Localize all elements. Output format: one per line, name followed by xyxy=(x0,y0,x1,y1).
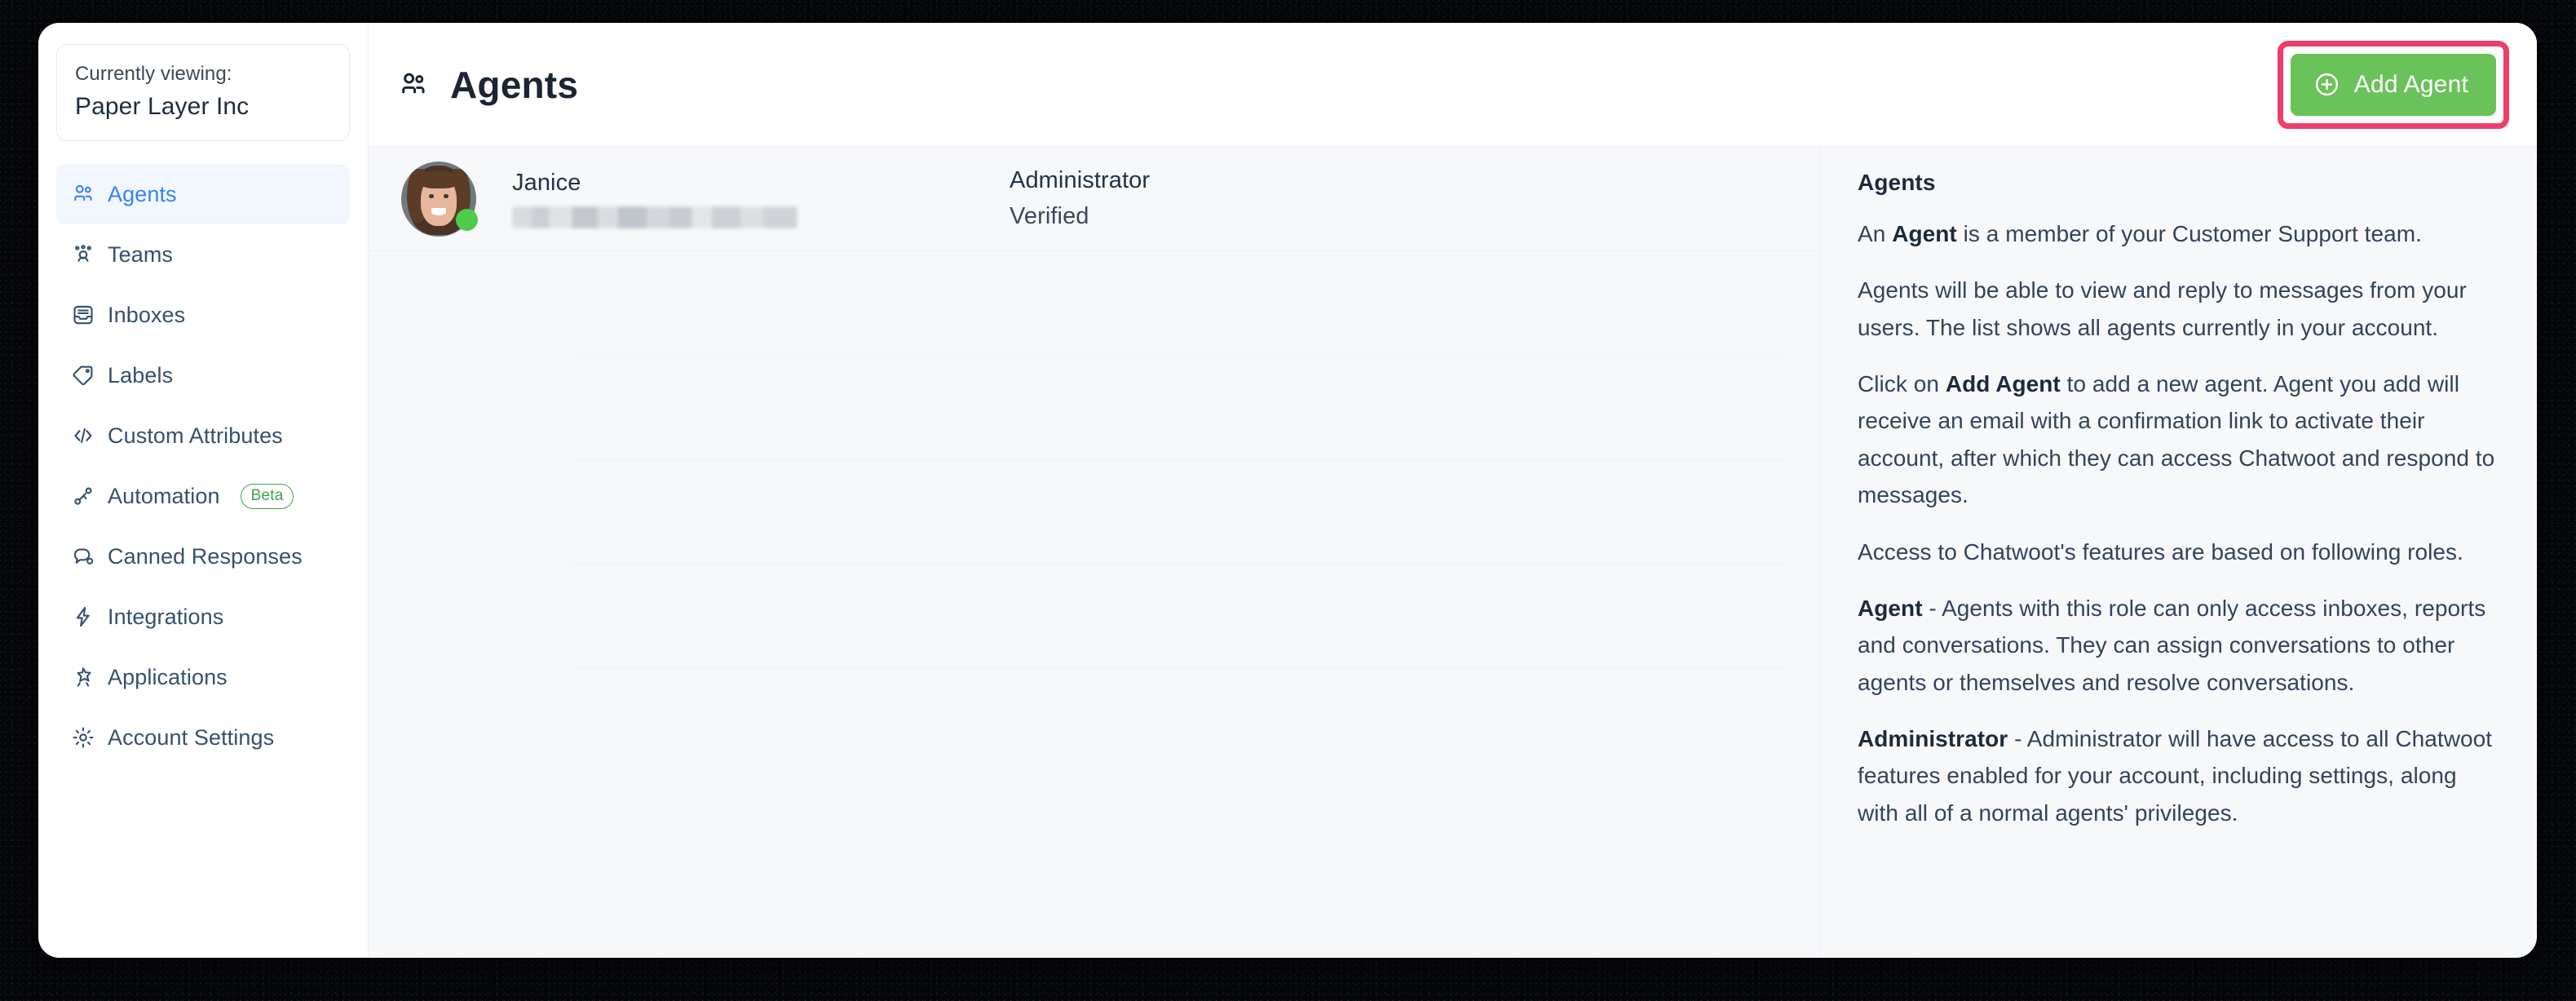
list-row-separator xyxy=(572,251,1787,356)
sidebar-item-labels[interactable]: Labels xyxy=(56,345,350,405)
sidebar-item-canned-responses[interactable]: Canned Responses xyxy=(56,526,350,587)
chat-bubbles-icon xyxy=(71,544,95,569)
help-text: - Agents with this role can only access … xyxy=(1858,595,2486,695)
avatar xyxy=(401,161,478,237)
sidebar-item-label: Applications xyxy=(108,664,228,689)
sidebar-item-custom-attributes[interactable]: Custom Attributes xyxy=(56,405,350,466)
agent-row[interactable]: Janice Administrator Verified xyxy=(369,147,1819,251)
sidebar-item-label: Agents xyxy=(108,181,177,206)
sidebar-item-automation[interactable]: Automation Beta xyxy=(56,466,350,526)
help-paragraph: Agents will be able to view and reply to… xyxy=(1858,272,2499,346)
agents-list: Janice Administrator Verified xyxy=(369,147,1819,958)
agent-role: Administrator xyxy=(1010,167,1151,193)
help-paragraphs: An Agent is a member of your Customer Su… xyxy=(1858,215,2499,831)
help-paragraph: Agent - Agents with this role can only a… xyxy=(1858,590,2499,701)
main-area: Agents Add Agent Janice Administrator Veri… xyxy=(369,23,2537,958)
help-text-emphasis: Add Agent xyxy=(1945,371,2061,397)
sidebar-nav: Agents Teams Inboxes Labels Custom Attribute… xyxy=(56,164,350,768)
agent-role-cell: Administrator Verified xyxy=(1010,167,1787,230)
lightning-bolt-icon xyxy=(71,605,95,629)
agents-icon xyxy=(71,182,95,206)
star-burst-icon xyxy=(71,665,95,689)
list-row-separator xyxy=(572,565,1787,669)
sidebar-item-label: Inboxes xyxy=(108,302,186,327)
sidebar-item-label: Account Settings xyxy=(108,724,275,750)
sidebar-item-label: Labels xyxy=(108,362,174,388)
agent-verification-status: Verified xyxy=(1010,203,1089,229)
help-text-emphasis: Agent xyxy=(1892,221,1957,246)
currently-viewing-label: Currently viewing: xyxy=(75,63,232,85)
app-window: Currently viewing: Paper Layer Inc Agent… xyxy=(38,23,2537,958)
help-text: Access to Chatwoot's features are based … xyxy=(1858,538,2463,565)
sidebar-item-teams[interactable]: Teams xyxy=(56,224,350,285)
help-text: Click on xyxy=(1858,371,1946,397)
agent-name: Janice xyxy=(512,169,581,196)
page-header: Agents Add Agent xyxy=(369,23,2537,147)
add-agent-label: Add Agent xyxy=(2353,70,2468,98)
sidebar-item-applications[interactable]: Applications xyxy=(56,647,350,707)
help-paragraph: Administrator - Administrator will have … xyxy=(1858,720,2499,831)
code-brackets-icon xyxy=(71,423,95,448)
help-text: is a member of your Customer Support tea… xyxy=(1956,221,2422,246)
sidebar-item-inboxes[interactable]: Inboxes xyxy=(56,285,350,345)
plus-circle-icon xyxy=(2313,71,2340,98)
help-text: An xyxy=(1858,221,1893,246)
list-row-separator xyxy=(572,356,1787,460)
help-heading: Agents xyxy=(1858,170,1936,195)
sidebar-item-integrations[interactable]: Integrations xyxy=(56,587,350,647)
sidebar-item-label: Automation xyxy=(108,483,220,508)
help-text-emphasis: Agent xyxy=(1858,595,1923,621)
help-text: Agents will be able to view and reply to… xyxy=(1858,277,2467,340)
inbox-icon xyxy=(71,303,95,327)
page-title-group: Agents xyxy=(398,63,578,107)
sidebar-item-agents[interactable]: Agents xyxy=(56,164,350,225)
label-tag-icon xyxy=(71,363,95,388)
sidebar-item-label: Canned Responses xyxy=(108,543,303,569)
help-paragraph: Click on Add Agent to add a new agent. A… xyxy=(1858,365,2499,513)
help-text-emphasis: Administrator xyxy=(1858,725,2008,751)
beta-badge: Beta xyxy=(240,483,294,510)
agent-identity-cell: Janice xyxy=(512,170,1010,228)
help-paragraph: Access to Chatwoot's features are based … xyxy=(1858,534,2499,570)
list-row-separator xyxy=(572,460,1787,565)
add-agent-highlight-ring: Add Agent xyxy=(2277,40,2509,129)
agents-icon xyxy=(398,69,429,100)
sidebar-item-label: Custom Attributes xyxy=(108,423,283,448)
automation-plug-icon xyxy=(71,484,95,508)
sidebar-item-label: Integrations xyxy=(108,604,224,629)
sidebar: Currently viewing: Paper Layer Inc Agent… xyxy=(38,23,369,958)
help-sidebar: Agents An Agent is a member of your Cust… xyxy=(1819,147,2537,958)
add-agent-button[interactable]: Add Agent xyxy=(2290,53,2496,116)
sidebar-item-label: Teams xyxy=(108,241,174,267)
online-status-dot xyxy=(456,208,478,231)
agent-email xyxy=(512,206,798,228)
teams-icon xyxy=(71,242,95,267)
page-title: Agents xyxy=(450,63,579,106)
content-body: Janice Administrator Verified Agents An Ag… xyxy=(369,147,2537,958)
current-account-card[interactable]: Currently viewing: Paper Layer Inc xyxy=(56,44,350,142)
account-name: Paper Layer Inc xyxy=(75,93,250,121)
gear-icon xyxy=(71,725,95,750)
sidebar-item-account-settings[interactable]: Account Settings xyxy=(56,707,350,768)
help-paragraph: An Agent is a member of your Customer Su… xyxy=(1858,215,2499,252)
